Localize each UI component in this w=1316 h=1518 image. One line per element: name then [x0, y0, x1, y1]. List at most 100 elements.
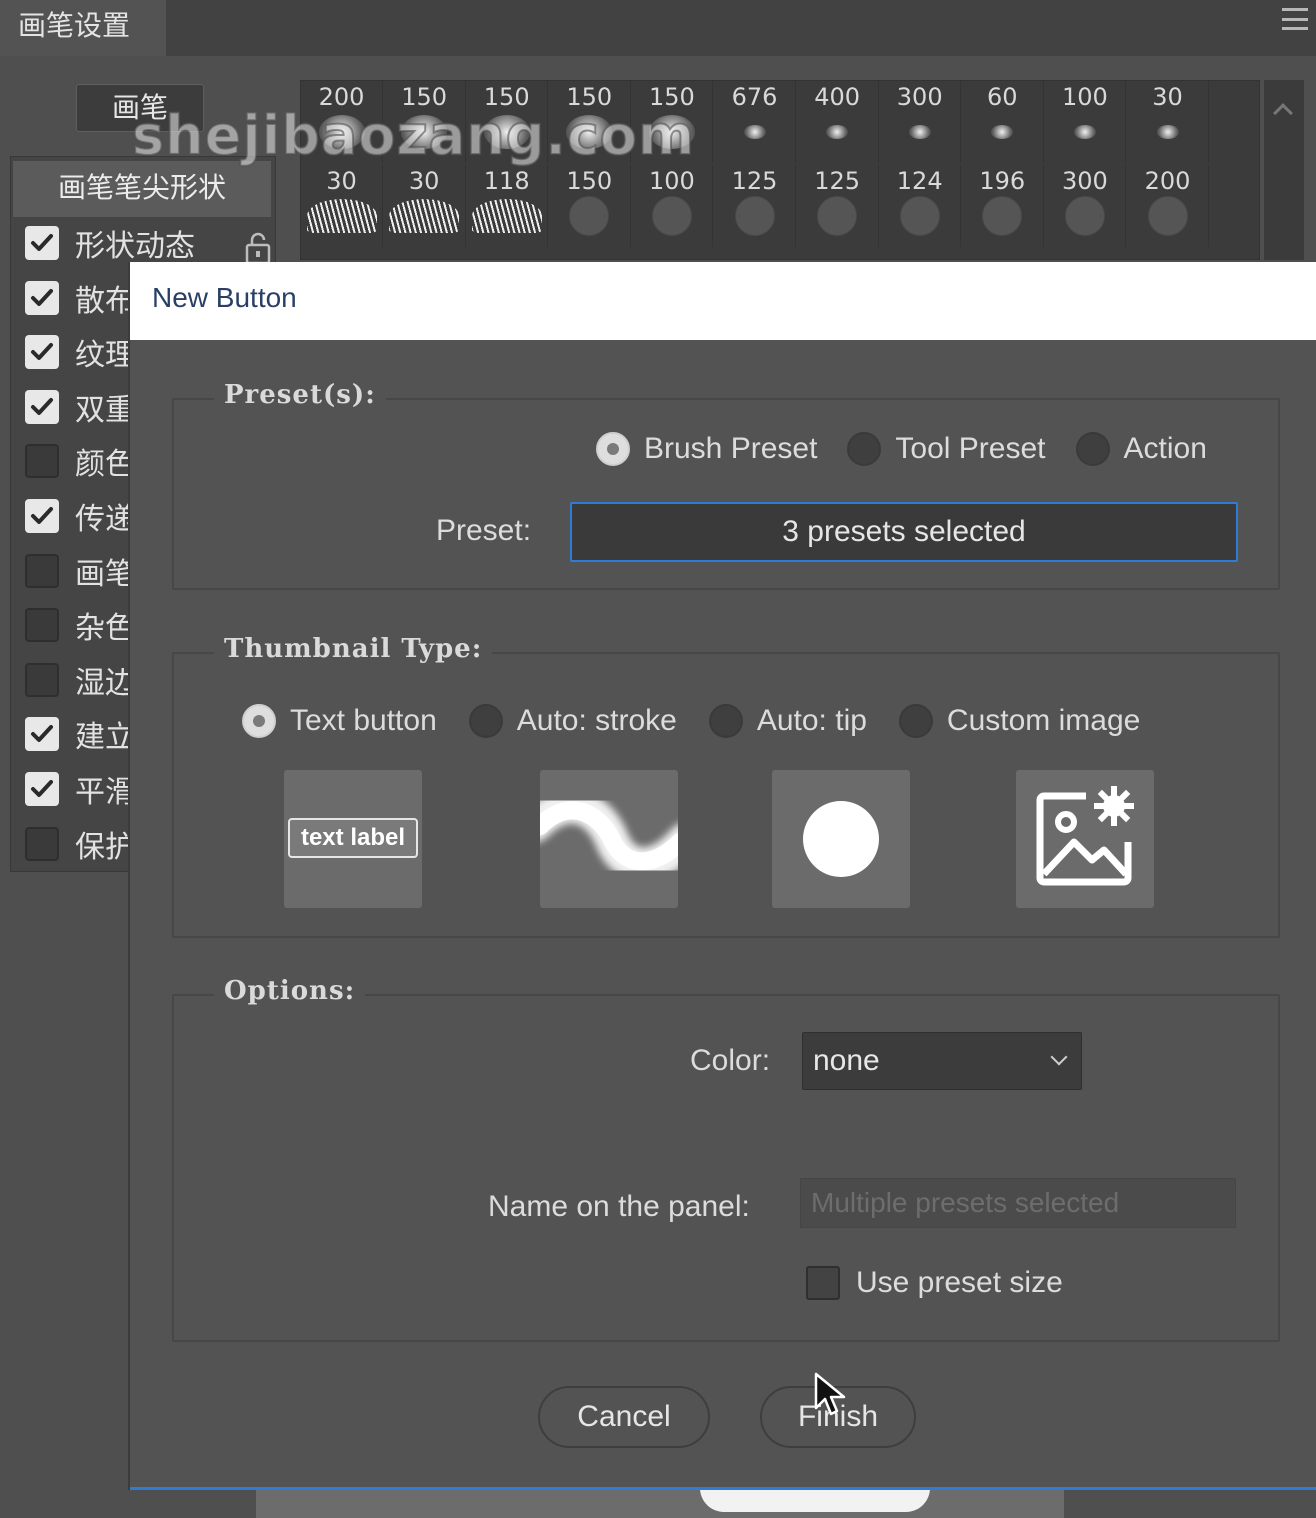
checkbox-box[interactable]: [806, 1266, 840, 1300]
radio-auto-stroke[interactable]: Auto: stroke: [468, 704, 677, 738]
brush-setting-label: 传递: [75, 502, 135, 537]
brush-tip-thumbnail: [817, 195, 858, 236]
brush-preset-cell[interactable]: 30: [301, 165, 383, 247]
watermark: shejibaozang.com: [131, 103, 696, 168]
thumbnail-text-button[interactable]: text label: [284, 770, 422, 908]
preset-field[interactable]: 3 presets selected: [570, 502, 1238, 562]
brush-preset-cell[interactable]: 125: [797, 165, 879, 247]
brush-stroke-preview: [700, 1488, 930, 1512]
checkbox-unchecked-icon[interactable]: [25, 608, 59, 643]
lock-icon[interactable]: [243, 231, 273, 265]
radio-label: Custom image: [946, 704, 1141, 737]
brush-preset-size: 125: [731, 167, 778, 195]
brush-setting-label: 建立: [75, 720, 135, 756]
brush-preset-size: 300: [1061, 167, 1108, 195]
checkbox-unchecked-icon[interactable]: [25, 826, 59, 861]
brush-preset-cell[interactable]: 124: [879, 165, 962, 247]
brush-preset-cell[interactable]: 118: [466, 165, 549, 247]
thumbnail-auto-stroke[interactable]: [540, 770, 678, 908]
checkbox-unchecked-icon[interactable]: [25, 444, 59, 479]
dialog-titlebar[interactable]: New Button: [130, 262, 1316, 340]
radio-label: Text button: [290, 704, 437, 737]
color-select[interactable]: none: [802, 1032, 1082, 1090]
brush-setting-label: 湿边: [75, 665, 135, 701]
thumbnail-type-group: Thumbnail Type: Text button Auto: stroke…: [172, 634, 1280, 938]
brush-setting-label: 平滑: [75, 775, 135, 810]
cancel-button[interactable]: Cancel: [538, 1386, 710, 1448]
tip-circle-icon: [803, 801, 879, 877]
scroll-up-icon[interactable]: [1273, 103, 1293, 123]
radio-dot[interactable]: [898, 704, 933, 738]
checkbox-checked-icon[interactable]: [25, 335, 59, 370]
panel-tab-brush-settings[interactable]: 画笔设置: [0, 0, 166, 56]
name-on-panel-input[interactable]: [800, 1178, 1236, 1228]
radio-dot[interactable]: [708, 704, 743, 738]
brush-preset-cell[interactable]: 60: [962, 81, 1044, 163]
checkbox-checked-icon[interactable]: [25, 499, 59, 533]
radio-dot[interactable]: [847, 432, 882, 466]
brush-preset-size: 400: [814, 83, 860, 111]
radio-action[interactable]: Action: [1075, 432, 1207, 466]
brush-preset-cell[interactable]: 196: [962, 165, 1044, 247]
brush-preset-cell[interactable]: 150: [549, 165, 631, 247]
brush-preset-size: 30: [408, 167, 440, 195]
panel-menu-icon[interactable]: [1282, 8, 1308, 30]
brush-tip-thumbnail: [1147, 195, 1188, 236]
add-image-icon: [1036, 786, 1134, 886]
brush-preset-size: 196: [979, 167, 1026, 195]
checkbox-checked-icon[interactable]: [25, 717, 59, 752]
thumbnail-auto-tip[interactable]: [772, 770, 910, 908]
radio-text-button[interactable]: Text button: [242, 704, 437, 738]
brush-preset-cell[interactable]: 400: [797, 81, 879, 163]
brush-preset-cell[interactable]: 125: [714, 165, 796, 247]
brush-preset-cell[interactable]: 100: [631, 165, 714, 247]
radio-tool-preset[interactable]: Tool Preset: [847, 432, 1046, 466]
preset-grid-scrollbar[interactable]: [1264, 80, 1304, 260]
options-legend: Options:: [214, 976, 366, 1006]
checkbox-checked-icon[interactable]: [25, 389, 59, 424]
brush-preset-size: 300: [896, 83, 943, 111]
thumbnail-custom-image[interactable]: [1016, 770, 1154, 908]
brush-preset-cell[interactable]: 100: [1044, 81, 1127, 163]
radio-dot-selected[interactable]: [596, 432, 630, 466]
name-on-panel-label: Name on the panel:: [488, 1190, 750, 1223]
radio-label: Brush Preset: [644, 432, 818, 465]
checkbox-checked-icon[interactable]: [25, 772, 59, 806]
brush-preset-cell[interactable]: 300: [1044, 165, 1127, 247]
brush-tip-thumbnail: [982, 195, 1023, 236]
radio-dot[interactable]: [1075, 432, 1110, 466]
panel-header: 画笔设置: [0, 0, 1316, 56]
brush-setting-item[interactable]: 形状动态: [25, 221, 265, 265]
brush-tip-thumbnail: [1073, 124, 1096, 139]
brush-preset-cell[interactable]: 30: [1127, 81, 1209, 163]
radio-dot[interactable]: [468, 704, 503, 738]
brush-setting-label: 形状动态: [75, 229, 195, 264]
radio-label: Auto: tip: [756, 704, 867, 737]
radio-custom-image[interactable]: Custom image: [898, 704, 1141, 738]
brush-preset-cell[interactable]: 300: [879, 81, 962, 163]
use-preset-size-checkbox[interactable]: Use preset size: [806, 1266, 1063, 1300]
checkbox-unchecked-icon[interactable]: [25, 553, 59, 588]
brush-preset-cell[interactable]: 200: [1127, 165, 1209, 247]
presets-legend: Preset(s):: [214, 380, 386, 410]
brush-preset-size: 100: [1061, 83, 1108, 111]
brush-tip-thumbnail: [306, 198, 377, 233]
presets-group: Preset(s): Brush Preset Tool Preset Acti…: [172, 380, 1280, 590]
radio-brush-preset[interactable]: Brush Preset: [596, 432, 817, 466]
dialog-title: New Button: [152, 282, 297, 313]
brush-tip-shape-item[interactable]: 画笔笔尖形状: [13, 161, 271, 217]
brush-setting-label: 纹理: [75, 338, 135, 374]
brush-preset-size: 150: [566, 167, 613, 195]
radio-dot-selected[interactable]: [242, 704, 276, 738]
brush-setting-label: 颜色: [75, 447, 135, 483]
checkbox-checked-icon[interactable]: [25, 280, 59, 315]
checkbox-unchecked-icon[interactable]: [25, 662, 59, 697]
use-preset-size-label: Use preset size: [856, 1266, 1063, 1299]
brush-preset-size: 60: [987, 83, 1018, 111]
checkbox-checked-icon[interactable]: [25, 226, 59, 260]
brush-preset-cell[interactable]: 676: [714, 81, 796, 163]
brush-setting-label: 双重: [75, 392, 135, 428]
brush-preset-cell[interactable]: 30: [384, 165, 466, 247]
chevron-down-icon: [1050, 1048, 1068, 1066]
radio-auto-tip[interactable]: Auto: tip: [708, 704, 867, 738]
